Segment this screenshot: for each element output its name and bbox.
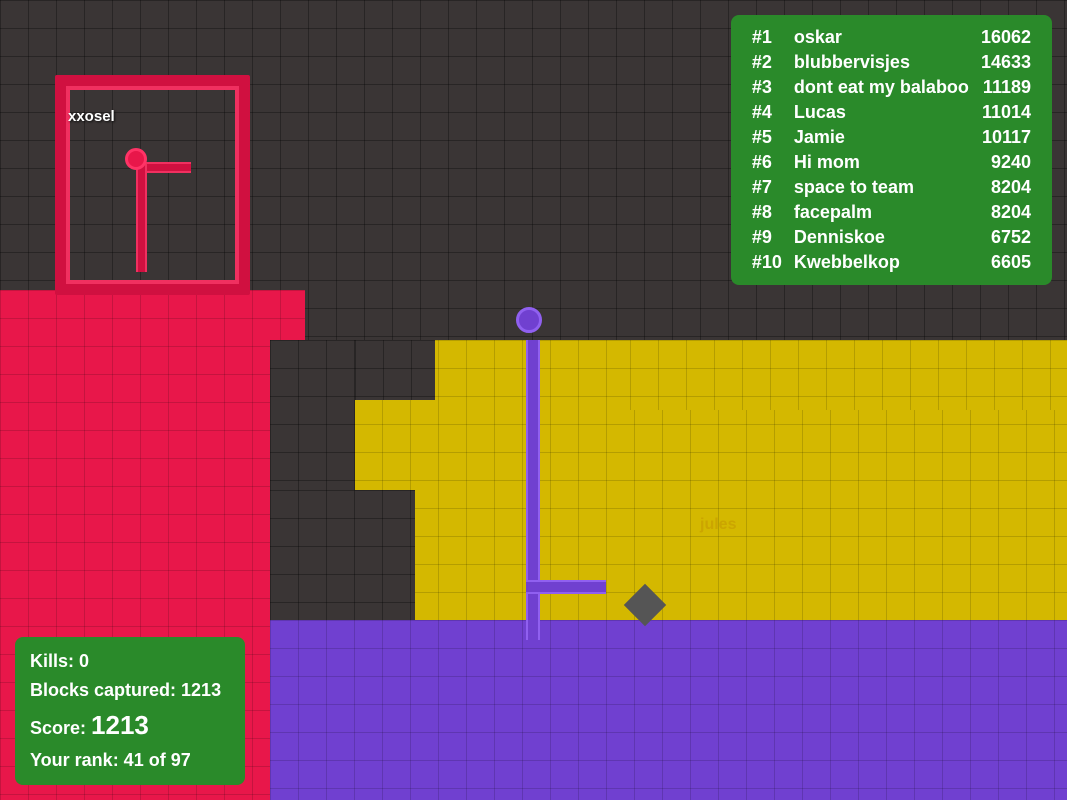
rank-cell: #3 [746, 75, 788, 100]
leaderboard-row: #10 Kwebbelkop 6605 [746, 250, 1037, 275]
player-dot-purple [516, 307, 542, 333]
blocks-stat: Blocks captured: 1213 [30, 676, 230, 705]
game-canvas: xxosel jules #1 oskar 16062 #2 blubbervi… [0, 0, 1067, 800]
name-cell: dont eat my balaboo [788, 75, 975, 100]
leaderboard-row: #1 oskar 16062 [746, 25, 1037, 50]
name-cell: Lucas [788, 100, 975, 125]
score-cell: 8204 [975, 200, 1037, 225]
score-cell: 9240 [975, 150, 1037, 175]
purple-trail-horizontal [526, 580, 606, 594]
score-cell: 11189 [975, 75, 1037, 100]
leaderboard-row: #5 Jamie 10117 [746, 125, 1037, 150]
dark-gap-1 [270, 340, 355, 490]
player-dot-red [125, 148, 147, 170]
rank-cell: #8 [746, 200, 788, 225]
player-label-yellow: jules [700, 516, 736, 534]
score-stat: Score: 1213 [30, 705, 230, 747]
leaderboard-row: #4 Lucas 11014 [746, 100, 1037, 125]
leaderboard-panel: #1 oskar 16062 #2 blubbervisjes 14633 #3… [731, 15, 1052, 285]
name-cell: oskar [788, 25, 975, 50]
rank-cell: #2 [746, 50, 788, 75]
rank-cell: #6 [746, 150, 788, 175]
leaderboard-row: #6 Hi mom 9240 [746, 150, 1037, 175]
name-cell: Denniskoe [788, 225, 975, 250]
leaderboard-row: #3 dont eat my balaboo 11189 [746, 75, 1037, 100]
territory-purple [270, 620, 1067, 800]
leaderboard-row: #9 Denniskoe 6752 [746, 225, 1037, 250]
red-trail-inner-v [136, 162, 147, 272]
dark-gap-2 [270, 490, 415, 620]
name-cell: space to team [788, 175, 975, 200]
leaderboard-row: #7 space to team 8204 [746, 175, 1037, 200]
stats-box: Kills: 0 Blocks captured: 1213 Score: 12… [15, 637, 245, 785]
score-cell: 6752 [975, 225, 1037, 250]
name-cell: Kwebbelkop [788, 250, 975, 275]
player-name-red: xxosel [68, 108, 115, 125]
name-cell: Jamie [788, 125, 975, 150]
score-cell: 16062 [975, 25, 1037, 50]
purple-trail-vertical [526, 340, 540, 640]
leaderboard-row: #2 blubbervisjes 14633 [746, 50, 1037, 75]
rank-cell: #4 [746, 100, 788, 125]
score-cell: 14633 [975, 50, 1037, 75]
dark-gap-3 [355, 340, 435, 400]
rank-cell: #9 [746, 225, 788, 250]
name-cell: facepalm [788, 200, 975, 225]
score-cell: 6605 [975, 250, 1037, 275]
rank-cell: #5 [746, 125, 788, 150]
rank-cell: #1 [746, 25, 788, 50]
rank-cell: #7 [746, 175, 788, 200]
name-cell: blubbervisjes [788, 50, 975, 75]
name-cell: Hi mom [788, 150, 975, 175]
score-cell: 8204 [975, 175, 1037, 200]
rank-cell: #10 [746, 250, 788, 275]
kills-stat: Kills: 0 [30, 647, 230, 676]
leaderboard-row: #8 facepalm 8204 [746, 200, 1037, 225]
leaderboard-table: #1 oskar 16062 #2 blubbervisjes 14633 #3… [746, 25, 1037, 275]
score-cell: 11014 [975, 100, 1037, 125]
rank-stat: Your rank: 41 of 97 [30, 746, 230, 775]
territory-yellow-top [630, 340, 1067, 410]
score-cell: 10117 [975, 125, 1037, 150]
